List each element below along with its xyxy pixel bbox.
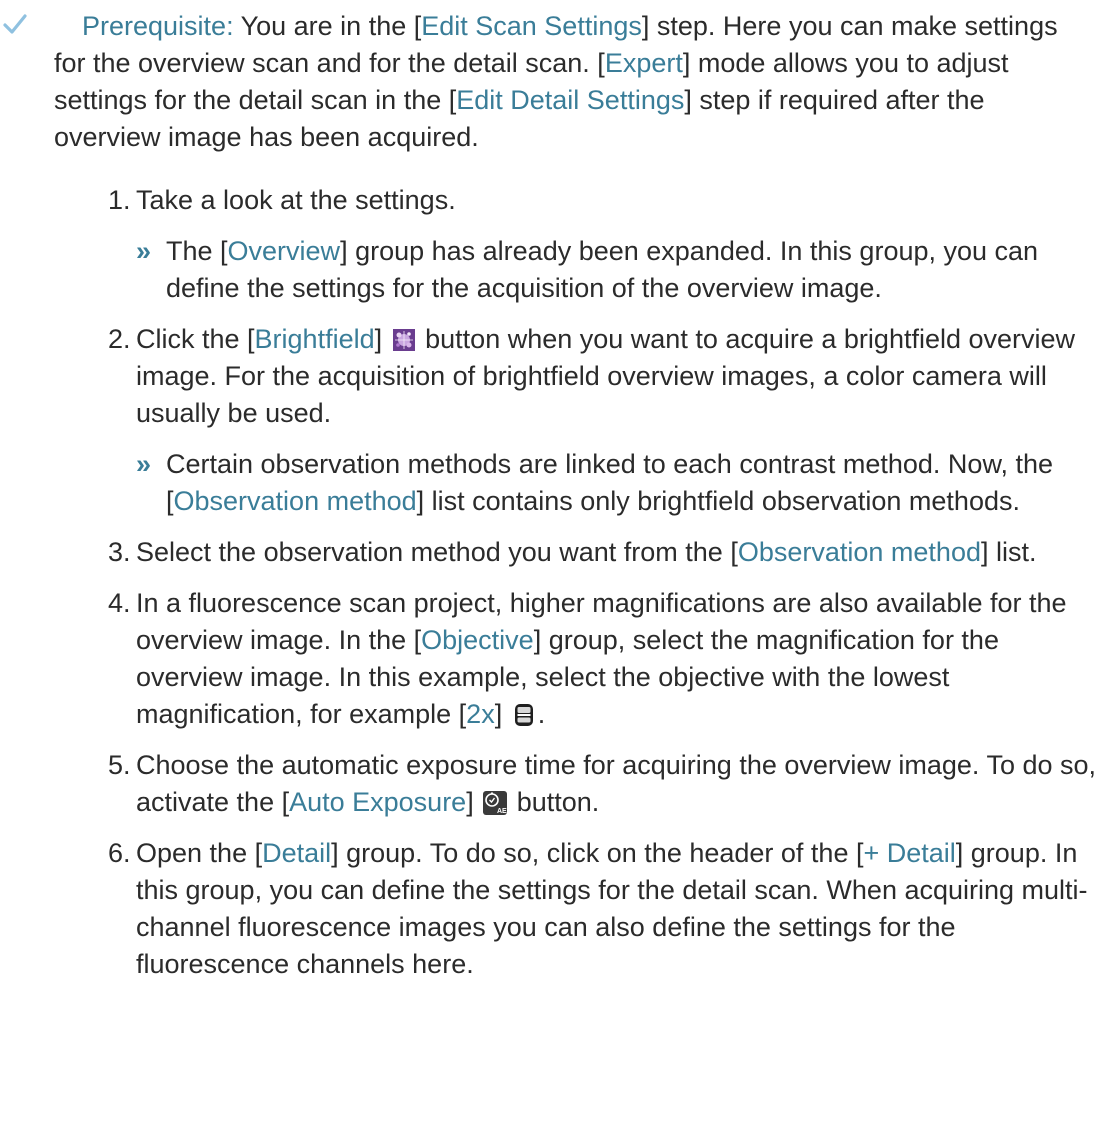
step-text: Take a look at the settings. bbox=[136, 185, 456, 215]
prerequisite-text: Prerequisite: You are in the [Edit Scan … bbox=[54, 11, 1058, 152]
prerequisite-block: Prerequisite: You are in the [Edit Scan … bbox=[0, 8, 1095, 156]
auto-exposure-icon: AE bbox=[483, 791, 508, 815]
link-brightfield[interactable]: Brightfield bbox=[255, 324, 375, 354]
step-number: 3. bbox=[108, 537, 131, 567]
step-number: 6. bbox=[108, 838, 131, 868]
objective-icon bbox=[514, 704, 533, 726]
link-observation-method[interactable]: Observation method bbox=[174, 486, 417, 516]
prerequisite-label: Prerequisite: bbox=[82, 11, 234, 41]
link-overview[interactable]: Overview bbox=[228, 236, 341, 266]
link-expert[interactable]: Expert bbox=[605, 48, 683, 78]
step-result: » The [Overview] group has already been … bbox=[136, 233, 1100, 307]
step-number: 2. bbox=[108, 324, 131, 354]
link-2x[interactable]: 2x bbox=[466, 699, 495, 729]
link-objective[interactable]: Objective bbox=[421, 625, 534, 655]
step-result: » Certain observation methods are linked… bbox=[136, 446, 1100, 520]
brightfield-icon bbox=[392, 329, 415, 351]
link-observation-method[interactable]: Observation method bbox=[738, 537, 981, 567]
checkmark-icon bbox=[3, 14, 27, 34]
step-number: 5. bbox=[108, 750, 131, 780]
step-4: 4. In a fluorescence scan project, highe… bbox=[0, 585, 1100, 733]
step-number: 1. bbox=[108, 185, 131, 215]
result-arrow-icon: » bbox=[136, 236, 152, 266]
steps-list: 1. Take a look at the settings. » The [O… bbox=[0, 182, 1100, 997]
step-2: 2. Click the [Brightfield] button when y… bbox=[0, 321, 1100, 520]
step-5: 5. Choose the automatic exposure time fo… bbox=[0, 747, 1100, 821]
result-arrow-icon: » bbox=[136, 449, 152, 479]
link-plus-detail[interactable]: + Detail bbox=[863, 838, 955, 868]
link-edit-detail-settings[interactable]: Edit Detail Settings bbox=[456, 85, 684, 115]
link-edit-scan-settings[interactable]: Edit Scan Settings bbox=[421, 11, 642, 41]
step-number: 4. bbox=[108, 588, 131, 618]
svg-text:AE: AE bbox=[497, 808, 507, 815]
link-auto-exposure[interactable]: Auto Exposure bbox=[289, 787, 466, 817]
step-3: 3. Select the observation method you wan… bbox=[0, 534, 1100, 571]
link-detail[interactable]: Detail bbox=[262, 838, 331, 868]
step-1: 1. Take a look at the settings. » The [O… bbox=[0, 182, 1100, 307]
step-6: 6. Open the [Detail] group. To do so, cl… bbox=[0, 835, 1100, 983]
